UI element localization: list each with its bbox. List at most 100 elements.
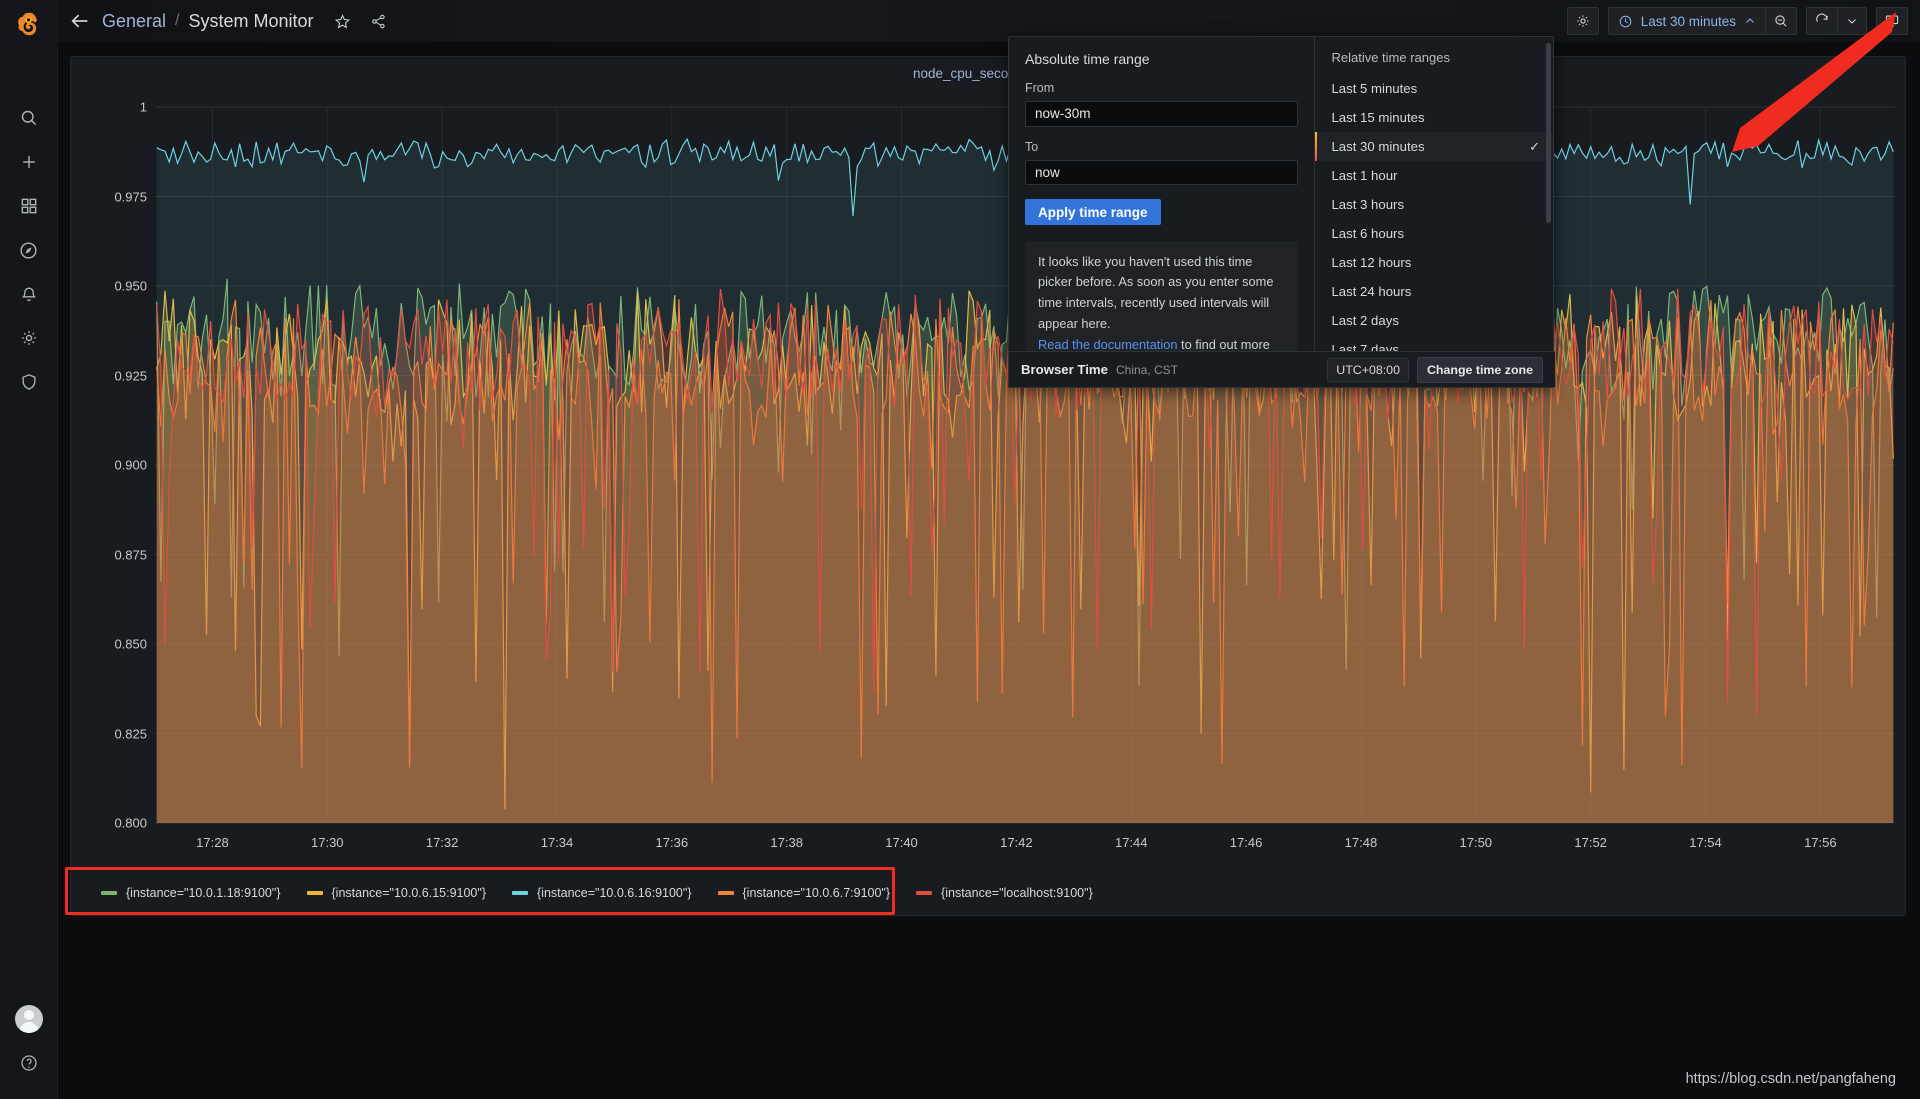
toolbar-right-actions: Last 30 minutes [1566, 7, 1920, 35]
time-range-option-last-6-hours[interactable]: Last 6 hours [1315, 219, 1553, 248]
x-axis-tick-label: 17:34 [540, 835, 574, 850]
browser-time-zone: China, CST [1115, 362, 1179, 377]
y-axis-tick-label: 0.850 [114, 636, 147, 652]
time-ranges-scrollbar[interactable] [1546, 43, 1551, 223]
x-axis-tick-label: 17:28 [196, 835, 229, 850]
sidebar-item-explore[interactable] [0, 228, 58, 272]
absolute-time-range-heading: Absolute time range [1025, 51, 1150, 67]
breadcrumb-folder[interactable]: General [102, 11, 166, 32]
zoom-out-time-range-button[interactable] [1765, 7, 1797, 35]
legend-color-swatch [101, 891, 117, 895]
time-picker-popover: Absolute time range From To Apply time r… [1008, 36, 1555, 388]
breadcrumb-dashboard[interactable]: System Monitor [189, 11, 314, 32]
y-axis-tick-label: 0.950 [114, 278, 147, 294]
sidebar-item-create[interactable] [0, 140, 58, 184]
y-axis-tick-label: 0.825 [114, 726, 147, 741]
time-range-option-last-5-minutes[interactable]: Last 5 minutes [1315, 74, 1553, 103]
x-axis-tick-label: 17:32 [425, 835, 459, 850]
time-range-option-last-2-days[interactable]: Last 2 days [1315, 306, 1553, 335]
sidebar-item-configuration[interactable] [0, 316, 58, 360]
timezone-actions: UTC+08:00 Change time zone [1327, 356, 1543, 383]
to-input[interactable] [1025, 159, 1299, 186]
legend-label: {instance="10.0.6.7:9100"} [742, 886, 891, 900]
avatar[interactable] [0, 997, 58, 1041]
legend-item[interactable]: {instance="10.0.1.18:9100"} [101, 886, 281, 900]
tv-mode-button[interactable] [1876, 7, 1908, 35]
chevron-down-icon [1848, 19, 1856, 24]
legend-color-swatch [717, 891, 734, 895]
avatar-icon [14, 1005, 43, 1033]
panel-title[interactable]: node_cpu_seconds_total [71, 57, 1905, 81]
breadcrumb-separator: / [175, 12, 180, 29]
legend-items: {instance="10.0.1.18:9100"} {instance="10… [71, 886, 1093, 900]
time-range-label: Last 30 minutes [1640, 13, 1736, 29]
clock-icon [1619, 15, 1631, 27]
time-range-option-last-3-hours[interactable]: Last 3 hours [1315, 190, 1553, 219]
legend-label: {instance="localhost:9100"} [941, 886, 1093, 900]
legend-item[interactable]: {instance="10.0.6.16:9100"} [512, 886, 692, 900]
apply-time-range-button[interactable]: Apply time range [1025, 199, 1161, 225]
top-toolbar: General / System Monitor Last 30 minutes [58, 0, 1920, 42]
x-axis-tick-label: 17:50 [1459, 835, 1493, 850]
breadcrumb: General / System Monitor [102, 11, 314, 32]
x-axis-tick-label: 17:42 [1000, 835, 1033, 850]
time-range-picker-button[interactable]: Last 30 minutes [1607, 7, 1765, 35]
sidebar-item-search[interactable] [0, 96, 58, 140]
x-axis-tick-label: 17:52 [1574, 835, 1607, 850]
sidebar-nav-list [0, 96, 58, 404]
documentation-link[interactable]: Read the documentation [1038, 337, 1177, 352]
relative-time-ranges-list: Relative time ranges Last 5 minutes Last … [1315, 37, 1553, 387]
help-icon[interactable] [0, 1041, 58, 1085]
plot-area[interactable]: 0.800 0.825 0.850 0.875 0.900 0.925 0.950 0.975… [71, 89, 1905, 915]
x-axis-tick-label: 17:38 [770, 835, 803, 850]
time-range-option-label: Last 6 hours [1331, 226, 1405, 241]
chevron-up-icon [1746, 18, 1754, 23]
y-axis-tick-label: 0.800 [114, 815, 147, 831]
refresh-interval-dropdown[interactable] [1837, 7, 1867, 35]
legend-color-swatch [512, 891, 528, 895]
from-input[interactable] [1025, 101, 1299, 127]
dashboard-settings-button[interactable] [1566, 7, 1599, 35]
relative-time-ranges-heading: Relative time ranges [1331, 50, 1450, 65]
zoom-out-icon [1775, 15, 1787, 27]
time-range-option-label: Last 30 minutes [1331, 139, 1425, 154]
back-button[interactable] [58, 0, 102, 42]
help-note-text: It looks like you haven't used this time… [1038, 253, 1274, 331]
star-icon[interactable] [328, 6, 358, 36]
time-range-option-label: Last 2 days [1331, 313, 1399, 328]
y-axis-tick-label: 0.900 [114, 457, 147, 473]
x-axis-tick-label: 17:36 [655, 835, 689, 850]
y-axis-tick-label: 0.925 [114, 368, 147, 383]
sidebar-item-server-admin[interactable] [0, 360, 58, 404]
legend-item[interactable]: {instance="10.0.6.7:9100"} [717, 886, 891, 900]
sidebar-item-alerting[interactable] [0, 272, 58, 316]
share-icon[interactable] [364, 6, 394, 36]
x-axis-tick-label: 17:40 [885, 835, 918, 850]
utc-offset-badge: UTC+08:00 [1327, 357, 1409, 382]
time-range-option-last-24-hours[interactable]: Last 24 hours [1315, 277, 1553, 306]
refresh-icon [1816, 13, 1828, 22]
legend-item[interactable]: {instance="10.0.6.15:9100"} [306, 886, 486, 900]
timeseries-plot[interactable] [71, 89, 1907, 879]
relative-time-ranges-section: Relative time ranges Last 5 minutes Last … [1314, 37, 1553, 387]
time-range-option-last-30-minutes[interactable]: Last 30 minutes ✓ [1315, 132, 1553, 161]
legend-color-swatch [306, 891, 323, 895]
grafana-logo-icon[interactable] [0, 0, 58, 48]
time-range-option-last-15-minutes[interactable]: Last 15 minutes [1315, 103, 1553, 132]
legend-color-swatch [916, 891, 933, 895]
refresh-dashboard-button[interactable] [1806, 7, 1837, 35]
absolute-time-range-section: Absolute time range From To Apply time r… [1009, 37, 1314, 388]
x-axis-tick-label: 17:48 [1344, 835, 1378, 850]
sidebar-item-dashboards[interactable] [0, 184, 58, 228]
time-range-option-last-1-hour[interactable]: Last 1 hour [1315, 161, 1553, 190]
legend-label: {instance="10.0.6.16:9100"} [537, 886, 692, 900]
change-time-zone-button[interactable]: Change time zone [1416, 356, 1543, 383]
legend: {instance="10.0.1.18:9100"} {instance="10… [65, 867, 1905, 917]
dashboard-canvas: node_cpu_seconds_total 0.800 0.825 0.850 0.… [58, 42, 1920, 1099]
time-range-option-label: Last 12 hours [1331, 255, 1412, 270]
time-range-option-last-12-hours[interactable]: Last 12 hours [1315, 248, 1553, 277]
time-range-option-label: Last 3 hours [1331, 197, 1405, 212]
legend-item[interactable]: {instance="localhost:9100"} [916, 886, 1093, 900]
gear-icon [1577, 15, 1589, 27]
from-label: From [1025, 81, 1055, 95]
